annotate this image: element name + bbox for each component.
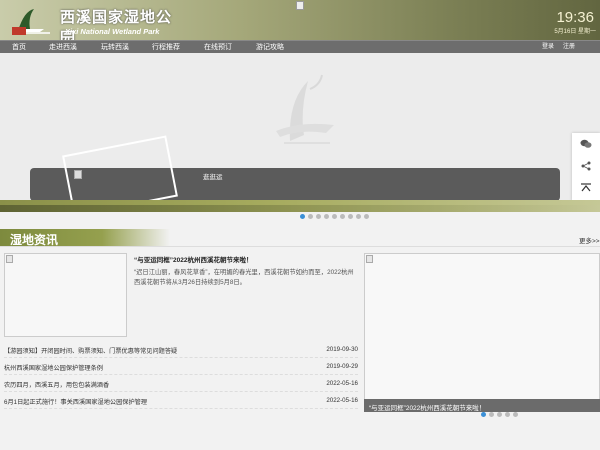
nav-item-booking[interactable]: 在线预订 — [204, 42, 232, 53]
pagination-dot[interactable] — [340, 214, 345, 219]
pagination-dot[interactable] — [481, 412, 486, 417]
pagination-dot[interactable] — [332, 214, 337, 219]
nav-item-itinerary[interactable]: 行程推荐 — [152, 42, 180, 53]
decorative-sweep-shade — [0, 205, 600, 212]
pagination-dot[interactable] — [348, 214, 353, 219]
main-nav: 首页 走进西溪 玩转西溪 行程推荐 在线预订 游记攻略 登录 注册 — [0, 40, 600, 53]
site-logo[interactable]: 西溪国家湿地公园 Xixi National Wetland Park — [8, 3, 178, 47]
news-title[interactable]: 【游园须知】开闭园时间、购票须知、门票优惠等常见问题答疑 — [4, 346, 177, 355]
logo-english-text: Xixi National Wetland Park — [65, 27, 160, 36]
share-icon — [581, 161, 591, 171]
news-date: 2019-09-29 — [326, 363, 358, 370]
featured-news-desc: “迟日江山丽，春风花草香”，在明媚的春光里，西溪花朝节如约而至，2022杭州西溪… — [134, 269, 354, 286]
news-date: 2019-09-30 — [326, 346, 358, 353]
news-list: 【游园须知】开闭园时间、购票须知、门票优惠等常见问题答疑 2019-09-30 … — [4, 341, 358, 409]
banner-caption: 逛逛运 — [203, 174, 223, 181]
pagination-dot[interactable] — [356, 214, 361, 219]
nav-item-home[interactable]: 首页 — [12, 42, 26, 53]
wechat-button[interactable] — [572, 133, 600, 155]
list-item[interactable]: 农历四月，西溪五月，用包包装满酒香 2022-05-16 — [4, 375, 358, 392]
section-divider — [0, 246, 600, 247]
share-button[interactable] — [572, 155, 600, 177]
pagination-dot[interactable] — [316, 214, 321, 219]
clock-time: 19:36 — [556, 9, 594, 26]
register-link[interactable]: 注册 — [563, 42, 575, 53]
carousel-caption[interactable]: “与亚运同框”2022杭州西溪花朝节来啦！ — [369, 402, 485, 412]
list-item[interactable]: 6月1日起正式施行！事关西溪国家湿地公园保护管理 2022-05-16 — [4, 392, 358, 409]
side-toolbar — [572, 133, 600, 201]
news-date: 2022-05-16 — [326, 380, 358, 387]
pagination-dot[interactable] — [513, 412, 518, 417]
list-item[interactable]: 杭州西溪国家湿地公园保护管理条例 2019-09-29 — [4, 358, 358, 375]
news-date: 2022-05-16 — [326, 397, 358, 404]
pagination-dot[interactable] — [324, 214, 329, 219]
wetland-logo-icon — [12, 9, 50, 35]
news-carousel[interactable] — [364, 253, 600, 412]
pagination-dot[interactable] — [505, 412, 510, 417]
hero-banner[interactable]: 逛逛运 — [0, 53, 600, 200]
news-title[interactable]: 农历四月，西溪五月，用包包装满酒香 — [4, 380, 109, 389]
back-to-top-icon — [581, 183, 591, 192]
pagination-dot[interactable] — [300, 214, 305, 219]
broken-image-icon — [366, 255, 373, 263]
pagination-dot[interactable] — [308, 214, 313, 219]
pagination-dot[interactable] — [497, 412, 502, 417]
wetland-watermark-icon — [276, 74, 334, 144]
site-header: 西溪国家湿地公园 Xixi National Wetland Park 19:3… — [0, 0, 600, 47]
list-item[interactable]: 【游园须知】开闭园时间、购票须知、门票优惠等常见问题答疑 2019-09-30 — [4, 341, 358, 358]
broken-image-icon — [74, 170, 82, 179]
featured-news-image[interactable] — [4, 253, 127, 337]
news-title[interactable]: 杭州西溪国家湿地公园保护管理条例 — [4, 363, 103, 372]
nav-item-play[interactable]: 玩转西溪 — [101, 42, 129, 53]
nav-item-travelogue[interactable]: 游记攻略 — [256, 42, 284, 53]
pagination-dot[interactable] — [489, 412, 494, 417]
nav-item-about[interactable]: 走进西溪 — [49, 42, 77, 53]
news-title[interactable]: 6月1日起正式施行！事关西溪国家湿地公园保护管理 — [4, 397, 147, 406]
login-link[interactable]: 登录 — [542, 42, 554, 53]
more-link[interactable]: 更多>> — [579, 235, 600, 245]
wechat-icon — [580, 139, 592, 148]
pagination-dot[interactable] — [364, 214, 369, 219]
broken-image-icon — [296, 1, 304, 10]
back-to-top-button[interactable] — [572, 177, 600, 199]
featured-news-title[interactable]: “与亚运同框”2022杭州西溪花朝节来啦！ — [134, 254, 252, 264]
clock-date: 5月16日 星期一 — [554, 29, 596, 35]
broken-image-icon — [6, 255, 13, 263]
banner-photo-frame — [62, 135, 178, 200]
